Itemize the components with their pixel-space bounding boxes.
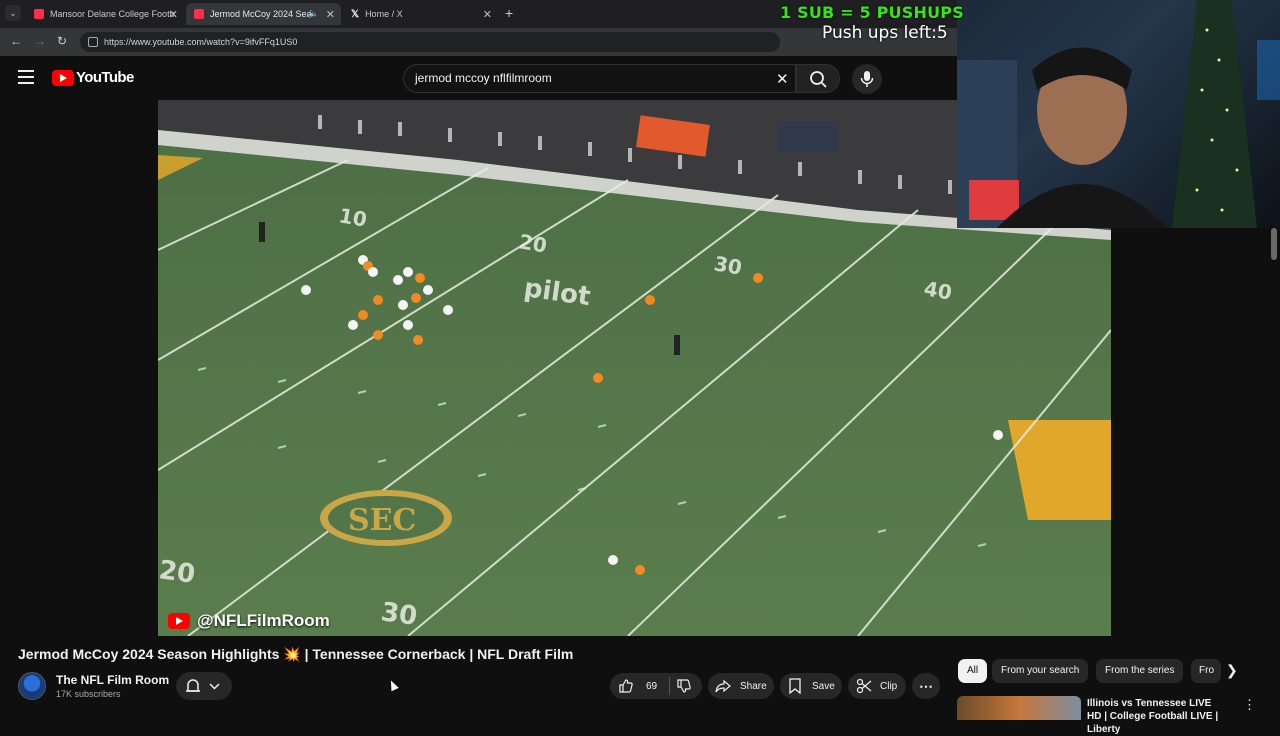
x-logo-icon: 𝕏 <box>351 8 360 20</box>
channel-name[interactable]: The NFL Film Room <box>56 673 169 687</box>
yard-number-20: 20 <box>517 229 549 257</box>
share-icon <box>715 679 731 693</box>
youtube-header: YouTube jermod mccoy nflfilmroom ✕ <box>0 56 957 100</box>
url-text: https://www.youtube.com/watch?v=9ifvFFq1… <box>104 37 298 47</box>
subscriber-count: 17K subscribers <box>56 689 121 699</box>
recommended-thumbnail[interactable] <box>957 696 1081 720</box>
save-button[interactable]: Save <box>780 673 842 699</box>
thumbs-up-icon <box>619 679 633 693</box>
scissors-icon <box>856 678 872 694</box>
youtube-logo[interactable]: YouTube <box>52 69 134 86</box>
yard-number-30: 30 <box>712 251 744 279</box>
speaker-icon[interactable]: 🔈 <box>308 8 319 19</box>
webcam-frame <box>957 0 1280 228</box>
like-count: 69 <box>646 680 658 692</box>
yard-number-30-near: 30 <box>379 597 419 632</box>
tab-title: Home / X <box>365 9 403 19</box>
yard-number-40: 40 <box>922 276 954 304</box>
site-info-icon[interactable] <box>88 37 98 47</box>
share-button[interactable]: Share <box>708 673 774 699</box>
pushup-counter-text: Push ups left:5 <box>822 23 948 43</box>
video-title: Jermod McCoy 2024 Season Highlights 💥 | … <box>18 646 574 662</box>
more-actions-button[interactable]: ⋯ <box>912 673 940 699</box>
tab-title: Mansoor Delane College Footb <box>50 9 175 19</box>
chip-all[interactable]: All <box>958 659 988 683</box>
tab-home-x[interactable]: 𝕏 Home / X ✕ <box>343 3 498 25</box>
notification-bell-button[interactable] <box>176 672 232 700</box>
mouse-cursor <box>387 678 399 692</box>
close-tab-icon[interactable]: ✕ <box>483 8 492 21</box>
forward-arrow-icon[interactable]: → <box>34 34 46 48</box>
streamer-webcam <box>957 0 1280 228</box>
search-button[interactable] <box>796 64 840 93</box>
dislike-button[interactable] <box>676 678 692 694</box>
chip-from-your-search[interactable]: From your search <box>992 659 1089 683</box>
chevron-right-icon[interactable]: ❯ <box>1226 662 1238 679</box>
search-icon <box>810 71 827 88</box>
channel-watermark: @NFLFilmRoom <box>168 611 330 631</box>
bell-icon <box>186 679 220 692</box>
like-button[interactable]: 69 <box>610 678 657 694</box>
youtube-play-icon <box>168 613 190 629</box>
youtube-logo-text: YouTube <box>76 69 134 86</box>
clip-button[interactable]: Clip <box>848 673 906 699</box>
microphone-icon <box>860 71 874 87</box>
bookmark-icon <box>789 678 801 694</box>
yard-number-10: 10 <box>337 203 369 231</box>
recommended-title[interactable]: Illinois vs Tennessee LIVE HD | College … <box>1087 697 1227 736</box>
chip-from-the-series[interactable]: From the series <box>1096 659 1184 683</box>
youtube-favicon-icon <box>194 9 204 19</box>
clip-label: Clip <box>880 680 898 692</box>
close-tab-icon[interactable]: ✕ <box>169 8 178 21</box>
watermark-text: @NFLFilmRoom <box>197 611 330 630</box>
tab-jermod-mccoy[interactable]: Jermod McCoy 2024 Season 🔈 ✕ <box>186 3 341 25</box>
chip-truncated[interactable]: Fro <box>1191 659 1221 683</box>
channel-avatar[interactable] <box>18 672 46 700</box>
like-dislike-group: 69 <box>610 673 702 699</box>
tab-list-button[interactable]: ⌄ <box>5 5 21 21</box>
sec-logo: SEC <box>348 503 416 538</box>
tab-mansoor-delane[interactable]: Mansoor Delane College Footb ✕ <box>26 3 184 25</box>
thumbs-down-icon <box>677 679 691 693</box>
youtube-play-icon <box>52 69 74 86</box>
new-tab-button[interactable]: + <box>505 5 513 21</box>
more-vertical-icon[interactable]: ⋮ <box>1243 697 1256 713</box>
url-field[interactable]: https://www.youtube.com/watch?v=9ifvFFq1… <box>80 32 780 52</box>
hamburger-menu-icon[interactable] <box>18 70 34 84</box>
divider <box>669 677 671 695</box>
reload-icon[interactable]: ↻ <box>57 34 67 48</box>
chevron-down-icon <box>209 683 220 690</box>
pushup-goal-text: 1 SUB = 5 PUSHUPS <box>780 3 964 22</box>
yard-number-20-near: 20 <box>158 555 197 590</box>
close-tab-icon[interactable]: ✕ <box>326 8 335 21</box>
back-arrow-icon[interactable]: ← <box>10 34 22 48</box>
page-scrollbar[interactable] <box>1271 228 1277 260</box>
youtube-favicon-icon <box>34 9 44 19</box>
tab-title: Jermod McCoy 2024 Season <box>210 9 310 19</box>
share-label: Share <box>740 680 767 692</box>
voice-search-button[interactable] <box>852 64 882 94</box>
search-input[interactable]: jermod mccoy nflfilmroom <box>403 64 796 93</box>
clear-search-icon[interactable]: ✕ <box>776 70 789 88</box>
save-label: Save <box>812 680 835 692</box>
more-horizontal-icon: ⋯ <box>919 677 933 694</box>
